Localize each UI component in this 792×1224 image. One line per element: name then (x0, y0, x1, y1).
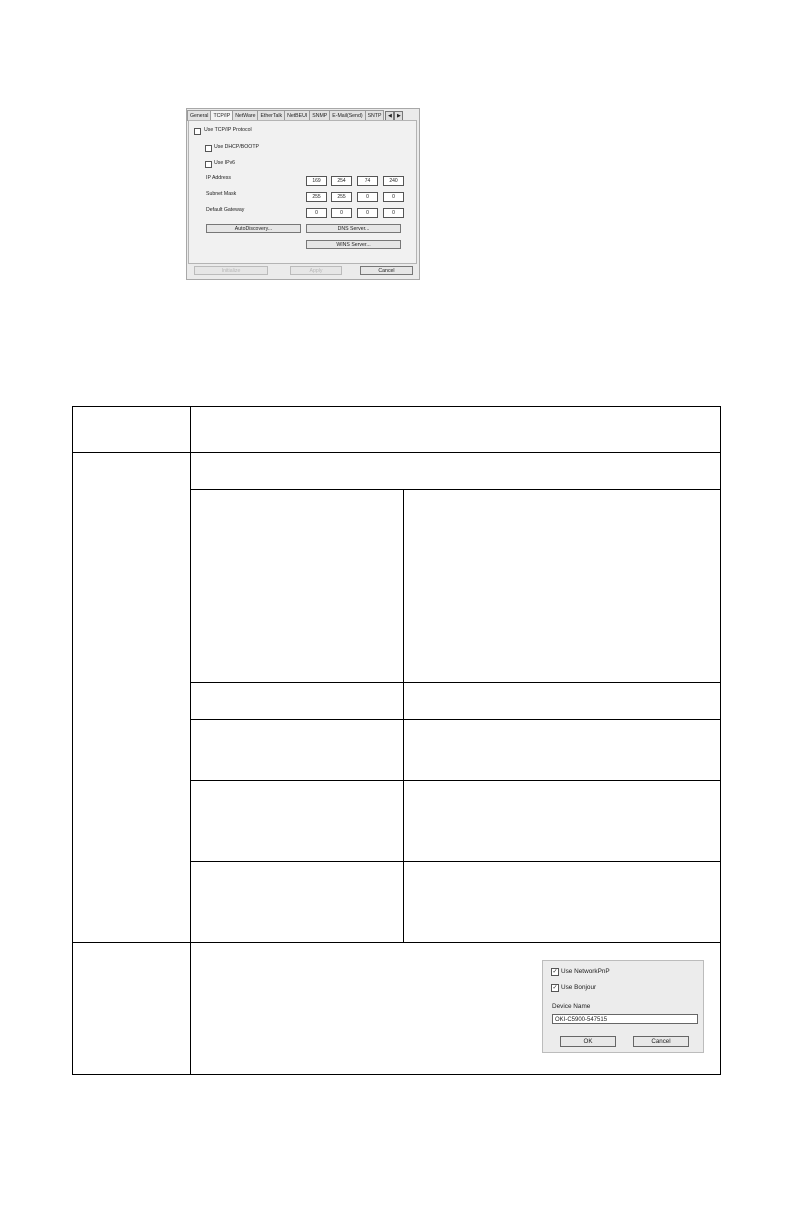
ip-octet-1[interactable]: 169 (306, 176, 327, 186)
table-row-divider-bottom (72, 942, 721, 943)
use-tcpip-label: Use TCP/IP Protocol (204, 127, 252, 133)
ip-address-label: IP Address (206, 175, 231, 181)
subnet-octet-2[interactable]: 255 (331, 192, 352, 202)
use-ipv6-checkbox[interactable] (205, 161, 212, 168)
table-row-divider-header (72, 452, 721, 453)
use-dhcp-checkbox[interactable] (205, 145, 212, 152)
table-border-right (720, 406, 721, 1075)
device-name-label: Device Name (552, 1003, 591, 1010)
subtable-row-divider-5 (190, 861, 721, 862)
device-name-field[interactable]: OKI-C5900-547515 (552, 1014, 698, 1024)
subnet-octet-1[interactable]: 255 (306, 192, 327, 202)
autodiscovery-button[interactable]: AutoDiscovery... (206, 224, 301, 233)
table-border-left (72, 406, 73, 1075)
wins-server-button[interactable]: WINS Server... (306, 240, 401, 249)
subnet-octet-4[interactable]: 0 (383, 192, 404, 202)
subtable-column-divider (403, 489, 404, 942)
tcpip-panel: Use TCP/IP Protocol Use DHCP/BOOTP Use I… (188, 120, 417, 264)
default-gateway-label: Default Gateway (206, 207, 245, 213)
gateway-octet-2[interactable]: 0 (331, 208, 352, 218)
gateway-octet-1[interactable]: 0 (306, 208, 327, 218)
use-networkpnp-checkbox[interactable]: ✓ (551, 968, 559, 976)
subtable-row-divider-4 (190, 780, 721, 781)
gateway-octet-3[interactable]: 0 (357, 208, 378, 218)
table-border-top (72, 406, 721, 407)
use-ipv6-label: Use IPv6 (214, 160, 236, 166)
apply-button[interactable]: Apply (290, 266, 342, 275)
subnet-octet-3[interactable]: 0 (357, 192, 378, 202)
device-name-dialog-screenshot: ✓ Use NetworkPnP ✓ Use Bonjour Device Na… (542, 960, 704, 1053)
ip-octet-3[interactable]: 74 (357, 176, 378, 186)
use-tcpip-checkbox[interactable] (194, 128, 201, 135)
device-cancel-button[interactable]: Cancel (633, 1036, 689, 1047)
subtable-row-divider-1 (190, 489, 721, 490)
table-border-bottom (72, 1074, 721, 1075)
ip-octet-4[interactable]: 240 (383, 176, 404, 186)
subnet-mask-label: Subnet Mask (206, 191, 237, 197)
use-dhcp-label: Use DHCP/BOOTP (214, 144, 259, 150)
ok-button[interactable]: OK (560, 1036, 616, 1047)
use-networkpnp-label: Use NetworkPnP (561, 968, 610, 975)
table-column-divider (190, 406, 191, 1075)
subtable-row-divider-3 (190, 719, 721, 720)
initialize-button[interactable]: Initialize (194, 266, 268, 275)
cancel-button[interactable]: Cancel (360, 266, 413, 275)
use-bonjour-checkbox[interactable]: ✓ (551, 984, 559, 992)
tcpip-dialog-screenshot: General TCP/IP NetWare EtherTalk NetBEUI… (186, 108, 420, 280)
ip-octet-2[interactable]: 254 (331, 176, 352, 186)
dns-server-button[interactable]: DNS Server... (306, 224, 401, 233)
gateway-octet-4[interactable]: 0 (383, 208, 404, 218)
use-bonjour-label: Use Bonjour (561, 984, 597, 991)
subtable-row-divider-2 (190, 682, 721, 683)
